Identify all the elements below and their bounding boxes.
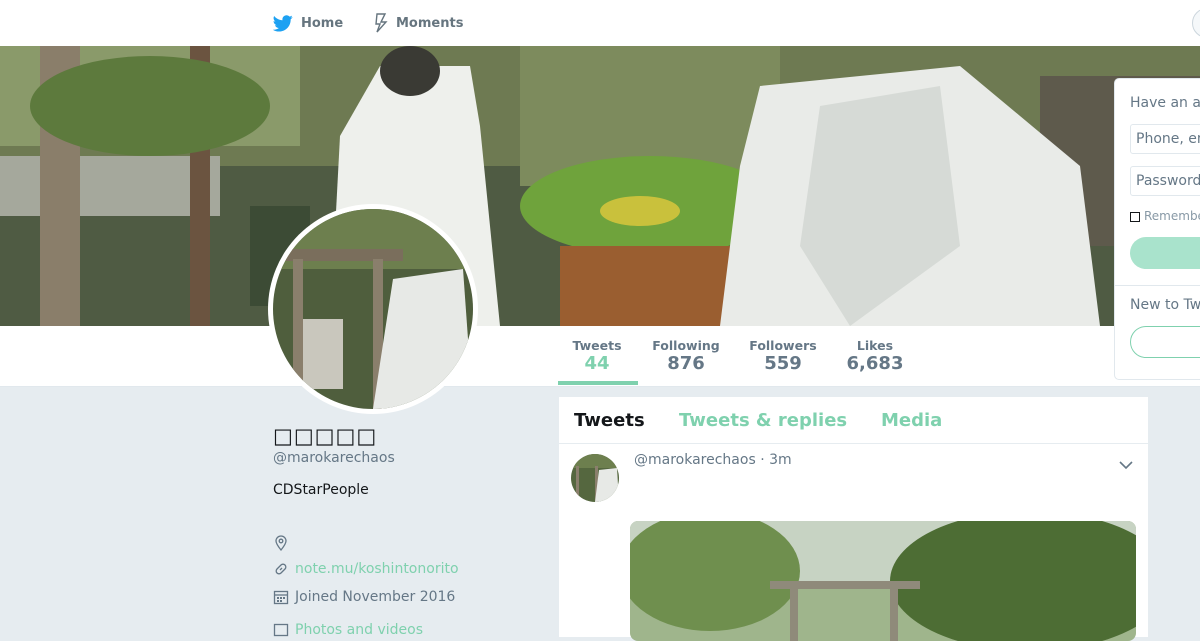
tweet-avatar[interactable] [571, 454, 619, 502]
photo-icon [273, 623, 289, 637]
remember-checkbox[interactable] [1130, 212, 1140, 222]
stat-label: Likes [856, 338, 894, 353]
nav-home-label: Home [301, 15, 344, 31]
twitter-bird-icon [273, 14, 293, 31]
stat-tweets[interactable]: Tweets 44 [567, 338, 627, 375]
profile-avatar[interactable] [268, 204, 478, 414]
search-box[interactable] [1192, 8, 1200, 38]
profile-name: □□□□□ [273, 424, 378, 448]
stat-value: 876 [667, 353, 705, 374]
login-button[interactable] [1130, 237, 1200, 269]
stat-followers[interactable]: Followers 559 [746, 338, 820, 375]
username-field[interactable]: Phone, email or username [1130, 124, 1200, 154]
nav-moments[interactable]: Moments [374, 0, 463, 46]
divider [1115, 285, 1200, 286]
profile-url-link[interactable]: note.mu/koshintonorito [295, 561, 459, 577]
login-title: Have an account? [1130, 95, 1200, 111]
stat-label: Followers [749, 338, 817, 353]
login-card: Have an account? Phone, email or usernam… [1114, 78, 1200, 380]
chevron-down-icon [1119, 461, 1133, 470]
new-to-twitter: New to Twitter? [1130, 297, 1200, 313]
tweet-handle[interactable]: @marokarechaos [634, 452, 756, 468]
tab-tweets[interactable]: Tweets [574, 410, 645, 431]
signup-button[interactable] [1130, 326, 1200, 358]
profile-header-image [0, 46, 1200, 326]
stat-following[interactable]: Following 876 [650, 338, 722, 375]
remember-me[interactable]: Remember me [1130, 209, 1200, 223]
profile-handle[interactable]: @marokarechaos [273, 450, 395, 466]
nav-home[interactable]: Home [273, 0, 343, 46]
nav-moments-label: Moments [396, 15, 464, 31]
profile-joined: Joined November 2016 [273, 589, 455, 605]
tweet-menu-button[interactable] [1119, 455, 1133, 474]
stat-likes[interactable]: Likes 6,683 [842, 338, 908, 375]
active-tab-indicator [558, 381, 638, 385]
top-navigation: Home Moments [0, 0, 1200, 47]
profile-nav-bar: Tweets 44 Following 876 Followers 559 Li… [0, 326, 1200, 387]
lightning-icon [375, 13, 388, 33]
profile-joined-text: Joined November 2016 [295, 589, 456, 605]
stat-value: 6,683 [846, 353, 904, 374]
profile-bio: CDStarPeople [273, 482, 369, 498]
profile-url: note.mu/koshintonorito [273, 561, 459, 577]
timeline: Tweets Tweets & replies Media @marokarec… [558, 396, 1149, 641]
stat-value: 559 [764, 353, 802, 374]
tab-tweets-replies[interactable]: Tweets & replies [679, 410, 847, 431]
tweet-separator: · [760, 452, 770, 468]
timeline-tabs: Tweets Tweets & replies Media [559, 397, 1148, 444]
tweet-header: @marokarechaos · 3m [634, 452, 792, 468]
calendar-icon [273, 590, 289, 605]
stat-label: Tweets [572, 338, 622, 353]
remember-label: Remember me [1144, 209, 1200, 223]
password-field[interactable]: Password [1130, 166, 1200, 196]
stat-label: Following [652, 338, 720, 353]
tweet-time[interactable]: 3m [769, 452, 792, 468]
stat-value: 44 [584, 353, 610, 374]
tab-media[interactable]: Media [881, 410, 942, 431]
profile-location [273, 535, 295, 551]
location-pin-icon [275, 535, 287, 551]
photos-link-label[interactable]: Photos and videos [295, 622, 423, 638]
tweet-image[interactable] [630, 521, 1136, 641]
link-icon [275, 563, 287, 575]
profile-photos-link[interactable]: Photos and videos [273, 622, 423, 638]
